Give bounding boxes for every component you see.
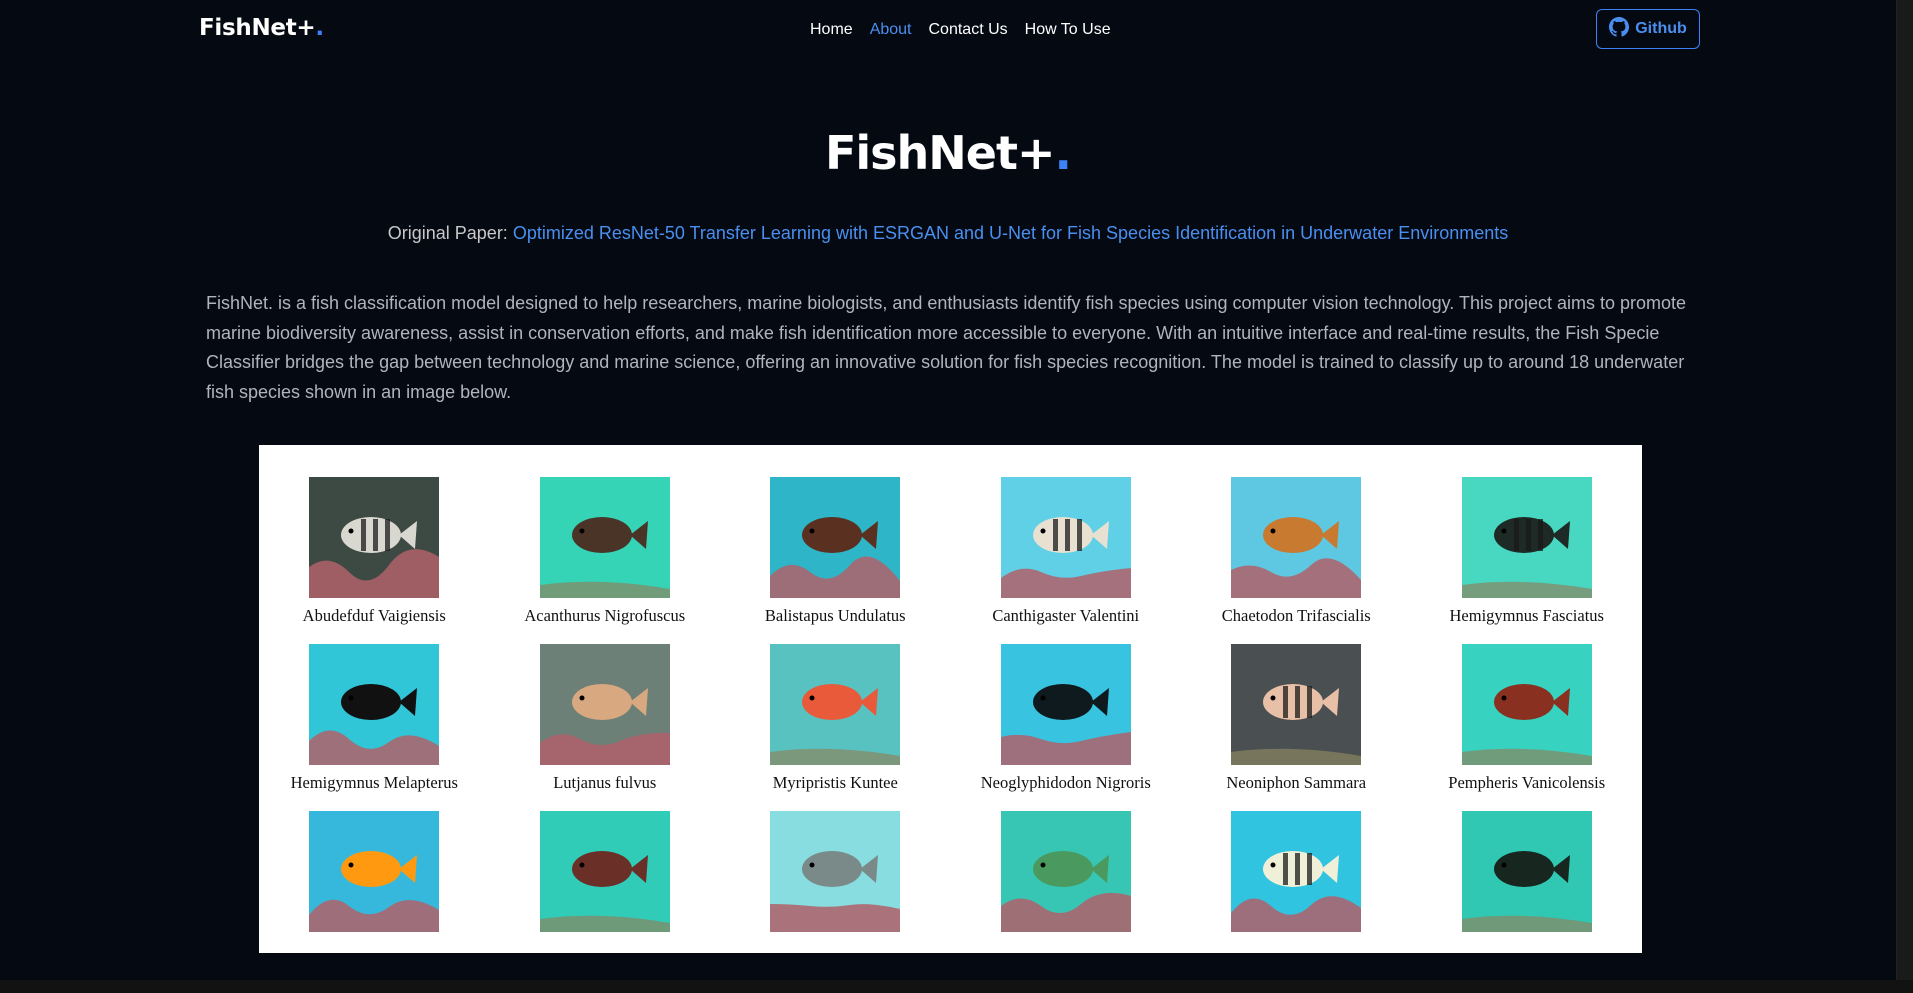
species-photo [770,477,901,598]
species-name: Acanthurus Nigrofuscus [524,606,686,625]
species-name: Canthigaster Valentini [992,606,1140,625]
paper-prefix: Original Paper: [387,223,513,243]
species-card: Balistapus Undulatus [720,477,951,626]
species-card [259,811,490,953]
page: FishNet+. Home About Contact Us How To U… [0,0,1896,980]
species-name: Lutjanus fulvus [553,773,657,792]
species-card [1412,811,1643,953]
species-card: Pempheris Vanicolensis [1412,644,1643,793]
species-name: Chaetodon Trifascialis [1221,606,1371,625]
hero-title-text: FishNet+ [824,126,1056,180]
paper-link[interactable]: Optimized ResNet-50 Transfer Learning wi… [513,223,1508,243]
species-name: Neoniphon Sammara [1226,773,1367,792]
species-photo [1461,644,1592,765]
species-card: Hemigymnus Fasciatus [1412,477,1643,626]
species-name: Myripristis Kuntee [772,773,898,792]
species-card: Canthigaster Valentini [951,477,1182,626]
species-card: Hemigymnus Melapterus [259,644,490,793]
species-photo [770,644,901,765]
species-grid: Abudefduf Vaigiensis Acanthurus Nigrofusc… [259,477,1642,953]
nav-about[interactable]: About [870,21,912,39]
species-photo [1231,811,1362,932]
species-name: Pempheris Vanicolensis [1448,773,1606,792]
github-button[interactable]: Github [1596,9,1700,49]
nav-how-to-use[interactable]: How To Use [1025,21,1111,39]
species-card: Lutjanus fulvus [490,644,721,793]
species-photo [309,644,440,765]
species-photo [309,811,440,932]
species-card: Neoniphon Sammara [1181,644,1412,793]
species-photo [309,477,440,598]
navbar: FishNet+. Home About Contact Us How To U… [0,0,1896,62]
species-photo [1000,477,1131,598]
species-card [1181,811,1412,953]
species-name: Balistapus Undulatus [764,606,906,625]
species-card: Myripristis Kuntee [720,644,951,793]
window-bottom-edge [0,980,1913,993]
github-label: Github [1635,20,1687,37]
nav-contact-us[interactable]: Contact Us [929,21,1008,39]
species-name: Hemigymnus Melapterus [290,773,458,792]
species-figure: Abudefduf Vaigiensis Acanthurus Nigrofusc… [259,445,1642,953]
nav-home[interactable]: Home [810,21,853,39]
species-photo [1231,477,1362,598]
species-photo [1000,644,1131,765]
species-photo [1000,811,1131,932]
species-photo [539,811,670,932]
nav-links: Home About Contact Us How To Use [810,21,1111,39]
species-photo [770,811,901,932]
species-photo [1461,477,1592,598]
species-photo [1231,644,1362,765]
species-card: Acanthurus Nigrofuscus [490,477,721,626]
species-photo [539,644,670,765]
species-card: Chaetodon Trifascialis [1181,477,1412,626]
species-name: Hemigymnus Fasciatus [1449,606,1604,625]
page-scrollbar[interactable] [1896,0,1913,993]
hero-title-dot: . [1054,126,1073,180]
species-card [490,811,721,953]
species-card: Abudefduf Vaigiensis [259,477,490,626]
species-name: Abudefduf Vaigiensis [302,606,446,625]
species-photo [1461,811,1592,932]
original-paper: Original Paper: Optimized ResNet-50 Tran… [0,223,1896,244]
species-card [720,811,951,953]
species-card: Neoglyphidodon Nigroris [951,644,1182,793]
species-photo [539,477,670,598]
page-title: FishNet+. [0,126,1896,180]
github-icon [1609,16,1630,42]
brand-name: FishNet+ [199,15,316,41]
species-name: Neoglyphidodon Nigroris [980,773,1151,792]
species-card [951,811,1182,953]
project-description: FishNet. is a fish classification model … [206,293,1687,402]
brand-logo[interactable]: FishNet+. [199,15,324,41]
brand-dot: . [315,15,324,41]
